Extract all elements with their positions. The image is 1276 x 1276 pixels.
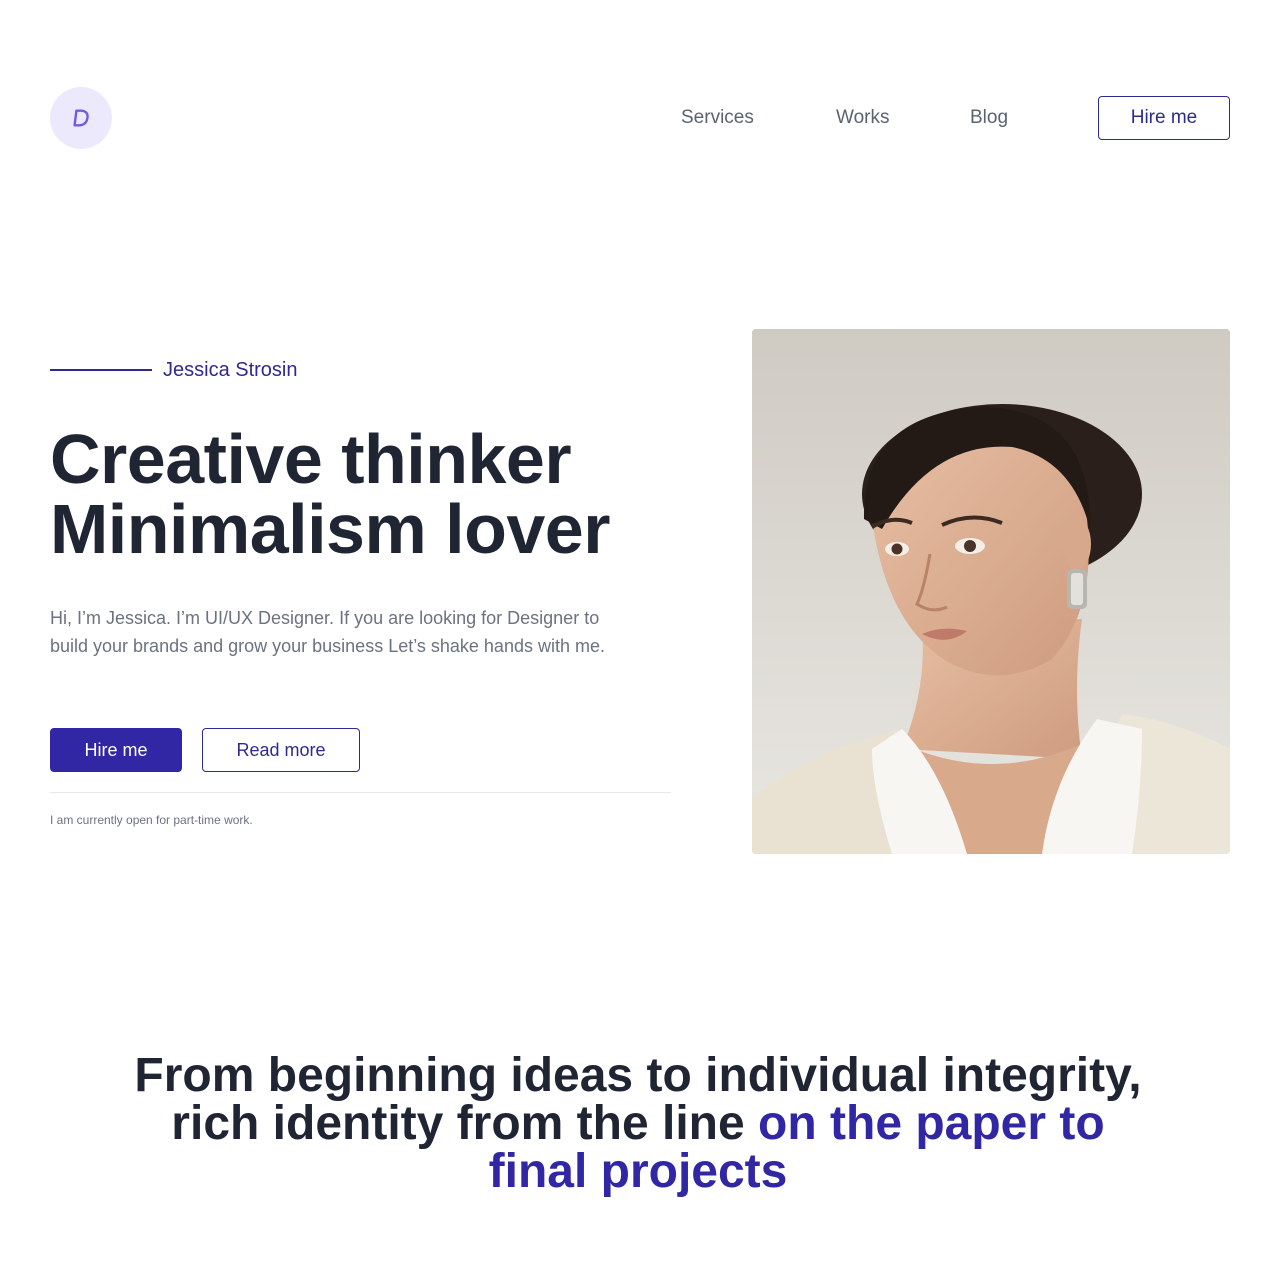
read-more-button[interactable]: Read more — [202, 728, 360, 772]
statement-line-3-accent: final projects — [488, 1145, 788, 1198]
hero-hire-me-button[interactable]: Hire me — [50, 728, 182, 772]
statement-line-2-plain: rich identity from the line — [171, 1097, 759, 1150]
eyebrow-line — [50, 369, 152, 371]
hero-title-line-2: Minimalism lover — [50, 490, 610, 568]
hero-title-line-1: Creative thinker — [50, 420, 572, 498]
portrait-illustration — [752, 329, 1230, 854]
hero-title: Creative thinker Minimalism lover — [50, 424, 710, 564]
nav-link-works[interactable]: Works — [836, 105, 889, 131]
hero-divider — [50, 792, 671, 793]
hero-description: Hi, I’m Jessica. I’m UI/UX Designer. If … — [50, 608, 605, 656]
statement-heading: From beginning ideas to individual integ… — [0, 1052, 1276, 1196]
header-hire-me-button[interactable]: Hire me — [1098, 96, 1230, 140]
statement-line-2: rich identity from the line on the paper… — [0, 1100, 1276, 1148]
nav-link-services[interactable]: Services — [681, 105, 754, 131]
statement-line-1: From beginning ideas to individual integ… — [134, 1049, 1142, 1102]
portrait-image — [752, 329, 1230, 854]
main-nav: Services Works Blog — [0, 105, 1276, 131]
hero-eyebrow: Jessica Strosin — [50, 357, 298, 383]
statement-line-2-accent: on the paper to — [758, 1097, 1105, 1150]
designer-name: Jessica Strosin — [163, 359, 298, 381]
nav-link-blog[interactable]: Blog — [970, 105, 1008, 131]
availability-note: I am currently open for part-time work. — [50, 813, 253, 827]
